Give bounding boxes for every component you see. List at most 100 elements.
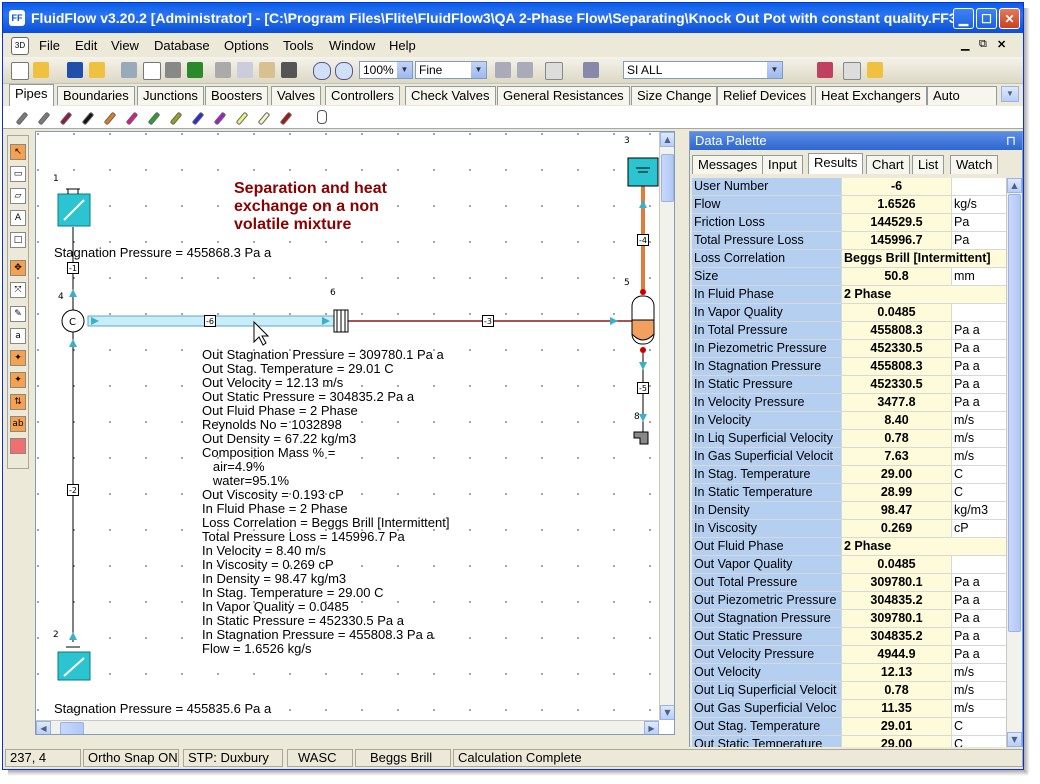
calculate-icon[interactable] bbox=[495, 62, 511, 78]
pipe-label[interactable]: -3 bbox=[482, 315, 494, 327]
tab-valves[interactable]: Valves bbox=[271, 86, 322, 105]
pipe-label[interactable]: -6 bbox=[204, 315, 216, 327]
result-row[interactable]: In Velocity 8.40 m/s bbox=[692, 412, 1006, 430]
print-icon[interactable] bbox=[165, 62, 181, 78]
pipe-label[interactable]: -5 bbox=[637, 382, 649, 394]
pipe-type-icon[interactable] bbox=[103, 111, 117, 126]
zoom-out-icon[interactable] bbox=[335, 62, 353, 80]
results-grid[interactable]: User Number -6 Flow 1.6526 kg/s Friction Loss… bbox=[692, 178, 1006, 748]
font-tool-icon[interactable]: ab bbox=[10, 416, 26, 432]
tab-relief-devices[interactable]: Relief Devices bbox=[717, 86, 813, 105]
scroll-thumb[interactable] bbox=[60, 722, 84, 734]
reset-icon[interactable] bbox=[517, 62, 533, 78]
layers-icon[interactable] bbox=[583, 62, 599, 78]
properties-icon[interactable] bbox=[121, 62, 137, 78]
result-row[interactable]: Flow 1.6526 kg/s bbox=[692, 196, 1006, 214]
help-icon[interactable] bbox=[817, 62, 833, 78]
annotation-tool-icon[interactable]: ✎ bbox=[10, 306, 26, 322]
scroll-thumb[interactable] bbox=[661, 154, 674, 202]
polygon-tool-icon[interactable]: ▱ bbox=[10, 188, 26, 204]
find-icon[interactable] bbox=[281, 62, 297, 78]
result-row[interactable]: In Stag. Temperature 29.00 C bbox=[692, 466, 1006, 484]
result-row[interactable]: Out Gas Superficial Veloc 11.35 m/s bbox=[692, 700, 1006, 718]
document-icon[interactable]: 3D bbox=[11, 37, 29, 55]
scroll-left-button[interactable]: ◀ bbox=[36, 721, 51, 734]
scroll-down-button[interactable]: ▼ bbox=[660, 705, 674, 720]
result-row[interactable]: Out Vapor Quality 0.0485 bbox=[692, 556, 1006, 574]
save-icon[interactable] bbox=[67, 62, 83, 78]
pin-icon[interactable]: ⊓ bbox=[1006, 132, 1016, 150]
scroll-right-button[interactable]: ▶ bbox=[644, 721, 659, 734]
tab-size-change[interactable]: Size Change bbox=[631, 86, 718, 105]
result-row[interactable]: In Static Temperature 28.99 C bbox=[692, 484, 1006, 502]
tab-chart[interactable]: Chart bbox=[866, 155, 910, 174]
maximize-button[interactable]: ☐ bbox=[976, 8, 997, 29]
tab-heat-exchangers[interactable]: Heat Exchangers bbox=[815, 86, 927, 105]
result-row[interactable]: In Vapor Quality 0.0485 bbox=[692, 304, 1006, 322]
resize-tool-icon[interactable]: □ bbox=[10, 232, 26, 248]
copy-icon[interactable] bbox=[237, 62, 253, 78]
result-row[interactable]: Out Stagnation Pressure 309780.1 Pa a bbox=[692, 610, 1006, 628]
grid-select[interactable]: Fine ▼ bbox=[415, 61, 487, 79]
scroll-up-button[interactable]: ▲ bbox=[660, 132, 674, 147]
result-row[interactable]: Total Pressure Loss 145996.7 Pa bbox=[692, 232, 1006, 250]
table-icon[interactable] bbox=[843, 62, 861, 80]
schematic-canvas[interactable]: C Separation and heat exchange on a non … bbox=[35, 131, 675, 735]
outlet-nozzle-icon[interactable] bbox=[633, 431, 649, 445]
save-as-icon[interactable] bbox=[89, 62, 105, 78]
menu-tools[interactable]: Tools bbox=[283, 38, 313, 53]
wizard-icon[interactable] bbox=[867, 62, 883, 78]
result-row[interactable]: Out Fluid Phase 2 Phase bbox=[692, 538, 1006, 556]
tab-pipes[interactable]: Pipes bbox=[9, 84, 54, 106]
menu-help[interactable]: Help bbox=[389, 38, 416, 53]
result-row[interactable]: In Density 98.47 kg/m3 bbox=[692, 502, 1006, 520]
close-button[interactable]: ✕ bbox=[999, 8, 1020, 29]
open-folder-icon[interactable] bbox=[33, 62, 49, 78]
result-row[interactable]: Out Stag. Temperature 29.01 C bbox=[692, 718, 1006, 736]
pipe-type-icon[interactable] bbox=[59, 111, 73, 126]
spring-pipe-icon[interactable] bbox=[317, 110, 327, 124]
tab-input[interactable]: Input bbox=[762, 155, 803, 174]
pipe-type-icon[interactable] bbox=[81, 111, 95, 126]
tab-boundaries[interactable]: Boundaries bbox=[57, 86, 135, 105]
tab-controllers[interactable]: Controllers bbox=[325, 86, 400, 105]
menu-window[interactable]: Window bbox=[329, 38, 375, 53]
zoom-select[interactable]: 100% ▼ bbox=[359, 61, 413, 79]
pipe-type-icon[interactable] bbox=[125, 111, 139, 126]
menu-file[interactable]: File bbox=[39, 38, 60, 53]
result-row[interactable]: Size 50.8 mm bbox=[692, 268, 1006, 286]
pipe-label[interactable]: -2 bbox=[67, 484, 79, 496]
scroll-up-button[interactable]: ▲ bbox=[1007, 178, 1022, 193]
tab-results[interactable]: Results bbox=[808, 153, 864, 174]
tab-watch[interactable]: Watch bbox=[950, 155, 999, 174]
units-select[interactable]: SI ALL ▼ bbox=[623, 61, 783, 79]
snap-tool-icon[interactable]: ⤧ bbox=[10, 282, 26, 298]
sigma-icon[interactable] bbox=[545, 62, 563, 80]
mdi-close-icon[interactable]: ✕ bbox=[997, 38, 1006, 51]
cut-icon[interactable] bbox=[215, 62, 231, 78]
menu-options[interactable]: Options bbox=[224, 38, 269, 53]
pipe-type-icon[interactable] bbox=[213, 111, 227, 126]
pipe-label[interactable]: -1 bbox=[67, 262, 79, 274]
pointer-tool-icon[interactable]: ↖ bbox=[10, 144, 26, 160]
pipe-type-icon[interactable] bbox=[257, 111, 271, 126]
scroll-thumb[interactable] bbox=[1008, 194, 1021, 632]
pipe-type-icon[interactable] bbox=[191, 111, 205, 126]
pipe-type-icon[interactable] bbox=[37, 111, 51, 126]
result-row[interactable]: In Fluid Phase 2 Phase bbox=[692, 286, 1006, 304]
result-row[interactable]: Friction Loss 144529.5 Pa bbox=[692, 214, 1006, 232]
pipe-type-icon[interactable] bbox=[147, 111, 161, 126]
pipe-type-icon[interactable] bbox=[235, 111, 249, 126]
canvas-horizontal-scrollbar[interactable]: ◀ ▶ bbox=[36, 720, 659, 734]
pipe-type-icon[interactable] bbox=[15, 111, 29, 126]
result-row[interactable]: User Number -6 bbox=[692, 178, 1006, 196]
result-row[interactable]: In Static Pressure 452330.5 Pa a bbox=[692, 376, 1006, 394]
export-icon[interactable] bbox=[187, 62, 203, 78]
pipe-type-icon[interactable] bbox=[279, 111, 293, 126]
tab-general-resistances[interactable]: General Resistances bbox=[497, 86, 630, 105]
result-row[interactable]: In Piezometric Pressure 452330.5 Pa a bbox=[692, 340, 1006, 358]
result-row[interactable]: Out Total Pressure 309780.1 Pa a bbox=[692, 574, 1006, 592]
tab-junctions[interactable]: Junctions bbox=[137, 86, 204, 105]
move-tool-icon[interactable]: ✥ bbox=[10, 260, 26, 276]
shape-fill-icon[interactable] bbox=[10, 438, 26, 454]
